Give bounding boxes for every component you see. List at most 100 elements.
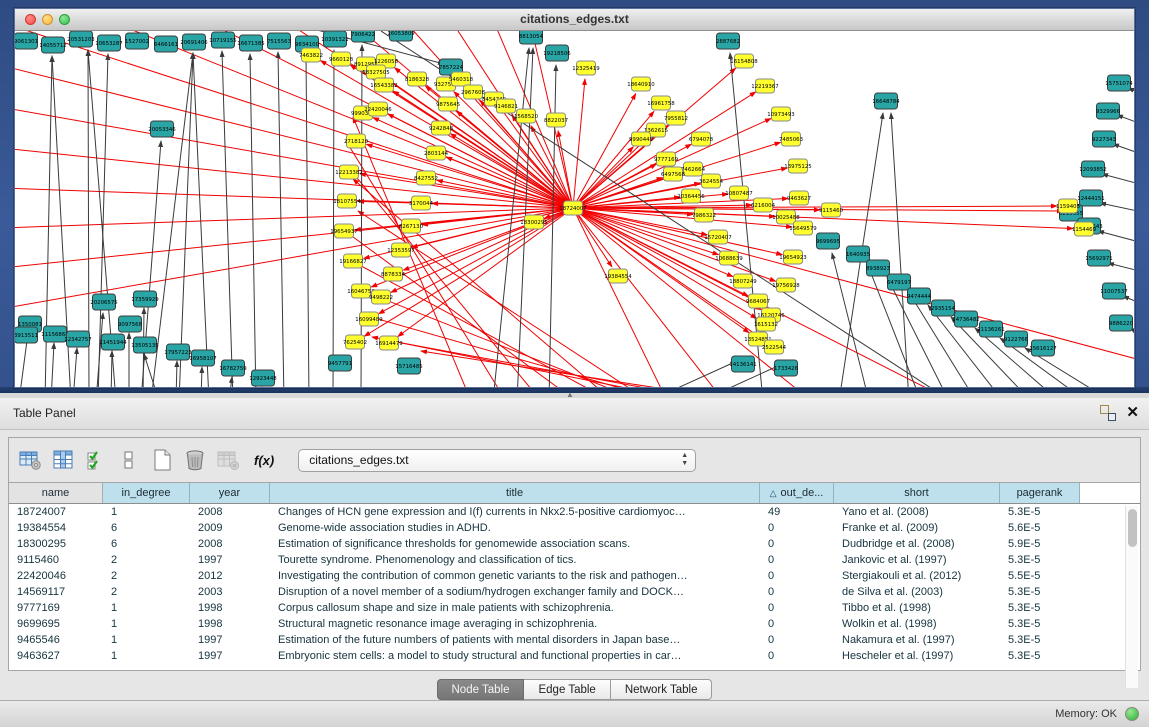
table-cell: 2	[103, 552, 190, 568]
graph-node-label: 9242848	[429, 126, 454, 132]
graph-node-label: 8813054	[519, 34, 544, 40]
memory-ok-indicator	[1125, 707, 1139, 721]
column-header-name[interactable]: name	[9, 483, 103, 503]
graph-node-label: 7515563	[267, 39, 291, 45]
column-header-short[interactable]: short	[834, 483, 1000, 503]
vertical-scrollbar[interactable]	[1125, 506, 1138, 688]
citation-edge-black	[832, 253, 869, 387]
graph-node-label: 16671385	[237, 41, 264, 47]
table-selector-dropdown[interactable]: citations_edges.txt ▲▼	[298, 449, 696, 472]
table-row[interactable]: 1830029562008Estimation of significance …	[9, 536, 1140, 552]
graph-node-label: 2887682	[716, 39, 740, 45]
citation-edge-black	[193, 53, 209, 387]
table-cell: de Silva et al. (2003)	[834, 584, 1000, 600]
graph-node-label: 10807487	[725, 191, 752, 197]
table-cell: 5.6E-5	[1000, 520, 1080, 536]
citation-edge-black	[1100, 203, 1134, 213]
table-row[interactable]: 2242004622012Investigating the contribut…	[9, 568, 1140, 584]
graph-node-label: 9146821	[494, 104, 518, 110]
network-canvas[interactable]: 9061301140557122053120310653287152700264…	[15, 31, 1134, 387]
graph-node-label: 1568520	[514, 114, 539, 120]
table-row[interactable]: 969969511998Structural magnetic resonanc…	[9, 616, 1140, 632]
table-cell: 0	[760, 536, 834, 552]
table-cell: 1	[103, 600, 190, 616]
table-cell: 1997	[190, 552, 270, 568]
table-cell: 9115460	[9, 552, 103, 568]
close-panel-icon[interactable]: ✕	[1126, 405, 1139, 421]
graph-node-label: 7986322	[692, 213, 716, 219]
tab-edge-table[interactable]: Edge Table	[524, 679, 610, 700]
tab-network-table[interactable]: Network Table	[611, 679, 713, 700]
citation-edge-red	[573, 111, 654, 208]
table-cell: 0	[760, 568, 834, 584]
graph-node-label: 13505135	[131, 343, 158, 349]
table-cell: 2012	[190, 568, 270, 584]
table-row[interactable]: 977716911998Corpus callosum shape and si…	[9, 600, 1140, 616]
table-cell: Investigating the contribution of common…	[270, 568, 760, 584]
table-row[interactable]: 1456911722003Disruption of a novel membe…	[9, 584, 1140, 600]
table-cell: 2008	[190, 504, 270, 520]
graph-node-label: 12444151	[1077, 196, 1104, 202]
graph-node-label: 9061301	[15, 39, 38, 45]
tab-node-table[interactable]: Node Table	[437, 679, 525, 700]
table-row[interactable]: 946362711997Embryonic stem cells: a mode…	[9, 648, 1140, 664]
graph-node-label: 10688639	[715, 256, 743, 262]
select-all-button[interactable]	[83, 447, 109, 473]
graph-node-label: 9122766	[1004, 337, 1029, 343]
network-desktop: citations_edges.txt 90613011405571220531…	[0, 0, 1149, 397]
table-cell: 5.3E-5	[1000, 648, 1080, 664]
graph-node-label: 13975125	[784, 164, 811, 170]
graph-node-label: 9498222	[369, 295, 393, 301]
citation-edge-black	[179, 53, 193, 387]
graph-node-label: 6216004	[751, 203, 776, 209]
new-file-button[interactable]	[149, 447, 175, 473]
graph-node-label: 10653287	[95, 41, 122, 47]
graph-node-label: 10973493	[767, 112, 794, 118]
table-cell: 5.3E-5	[1000, 504, 1080, 520]
graph-node-label: 16053809	[387, 31, 415, 37]
float-panel-icon[interactable]	[1100, 405, 1116, 421]
table-row[interactable]: 1872400712008Changes of HCN gene express…	[9, 504, 1140, 520]
function-builder-button[interactable]: f(x)	[254, 453, 274, 468]
table-cell: 2009	[190, 520, 270, 536]
clear-selection-button[interactable]	[116, 447, 142, 473]
graph-node-label: 9474444	[907, 294, 932, 300]
graph-node-label: 9660128	[329, 57, 354, 63]
graph-node-label: 19654923	[779, 255, 806, 261]
column-header-out_de[interactable]: △out_de...	[760, 483, 834, 503]
graph-node-label: 9097568	[118, 322, 143, 328]
delete-table-button[interactable]	[215, 447, 241, 473]
graph-node-label: 16914479	[375, 341, 403, 347]
column-header-pagerank[interactable]: pagerank	[1000, 483, 1080, 503]
citation-edge-black	[229, 377, 232, 387]
graph-node-label: 18300295	[520, 220, 547, 226]
network-window[interactable]: citations_edges.txt 90613011405571220531…	[14, 8, 1135, 388]
scrollbar-thumb[interactable]	[1128, 509, 1137, 547]
table-cell: Nakamura et al. (1997)	[834, 632, 1000, 648]
graph-node-label: 9834100	[295, 42, 320, 48]
graph-node-label: 10025488	[772, 215, 800, 221]
graph-node-label: 20053346	[148, 127, 176, 133]
table-row[interactable]: 1938455462009Genome-wide association stu…	[9, 520, 1140, 536]
graph-node-label: 16958107	[189, 356, 216, 362]
network-window-titlebar[interactable]: citations_edges.txt	[15, 9, 1134, 31]
table-toolbar: f(x) citations_edges.txt ▲▼	[9, 438, 1140, 482]
column-header-title[interactable]: title	[270, 483, 760, 503]
column-header-in_degree[interactable]: in_degree	[103, 483, 190, 503]
graph-node-label: 9990448	[629, 137, 654, 143]
table-settings-button[interactable]	[17, 447, 43, 473]
graph-node-label: 2522544	[762, 345, 787, 351]
table-cell: 2003	[190, 584, 270, 600]
graph-node-label: 18327505	[362, 70, 389, 76]
delete-button[interactable]	[182, 447, 208, 473]
select-columns-button[interactable]	[50, 447, 76, 473]
graph-node-label: 12923448	[249, 376, 277, 382]
table-row[interactable]: 946554611997Estimation of the future num…	[9, 632, 1140, 648]
table-cell: 14569117	[9, 584, 103, 600]
table-cell: Jankovic et al. (1997)	[834, 552, 1000, 568]
graph-node-label: 7906422	[351, 32, 375, 38]
table-row[interactable]: 911546021997Tourette syndrome. Phenomeno…	[9, 552, 1140, 568]
citation-edge-black	[278, 52, 284, 387]
table-cell: 49	[760, 504, 834, 520]
column-header-year[interactable]: year	[190, 483, 270, 503]
